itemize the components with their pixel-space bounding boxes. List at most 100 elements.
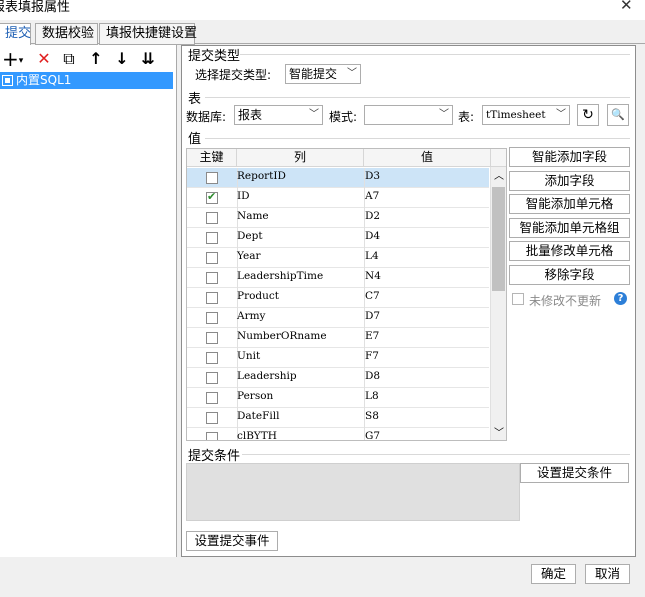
help-icon[interactable]: ? bbox=[614, 292, 627, 305]
primary-key-checkbox[interactable] bbox=[206, 272, 218, 284]
submit-condition-heading: 提交条件 bbox=[188, 449, 241, 464]
tree-item-builtin-sql[interactable]: 内置SQL1 bbox=[0, 72, 173, 89]
column-cell[interactable]: Leadership bbox=[237, 370, 297, 382]
primary-key-checkbox[interactable] bbox=[206, 372, 218, 384]
column-header-value[interactable]: 值 bbox=[364, 149, 491, 167]
chevron-down-icon[interactable]: ▾ bbox=[16, 52, 26, 70]
table-row[interactable]: Dept D4 bbox=[187, 228, 489, 248]
column-cell[interactable]: LeadershipTime bbox=[237, 270, 323, 282]
smart-add-field-button[interactable]: 智能添加字段 bbox=[509, 147, 630, 167]
value-cell[interactable]: D3 bbox=[365, 170, 380, 182]
chevron-up-icon[interactable]: ︿ bbox=[494, 167, 504, 182]
chevron-down-icon[interactable]: ﹀ bbox=[494, 424, 504, 439]
remove-field-button[interactable]: 移除字段 bbox=[509, 264, 630, 285]
column-header-key[interactable]: 主键 bbox=[187, 149, 237, 167]
value-cell[interactable]: D7 bbox=[365, 310, 380, 322]
preview-icon[interactable]: 🔍 bbox=[607, 104, 629, 126]
set-submit-event-button[interactable]: 设置提交事件 bbox=[186, 531, 278, 551]
smart-add-cell-group-button[interactable]: 智能添加单元格组 bbox=[509, 217, 630, 238]
refresh-icon[interactable]: ↻ bbox=[577, 104, 599, 126]
value-cell[interactable]: D2 bbox=[365, 210, 380, 222]
smart-add-cell-button[interactable]: 智能添加单元格 bbox=[509, 194, 630, 214]
value-cell[interactable]: S8 bbox=[365, 410, 379, 422]
value-cell[interactable]: E7 bbox=[365, 330, 379, 342]
primary-key-checkbox[interactable] bbox=[206, 252, 218, 264]
mode-select[interactable]: ﹀ bbox=[364, 105, 453, 125]
database-label: 数据库: bbox=[186, 110, 227, 124]
column-cell[interactable]: clBYTH bbox=[237, 430, 277, 440]
table-heading: 表 bbox=[188, 92, 202, 107]
cancel-button[interactable]: 取消 bbox=[585, 564, 630, 584]
move-up-icon[interactable]: ↑ bbox=[87, 50, 105, 68]
table-row[interactable]: clBYTH G7 bbox=[187, 428, 489, 440]
value-cell[interactable]: N4 bbox=[365, 270, 381, 282]
left-panel bbox=[0, 45, 177, 557]
batch-modify-cells-button[interactable]: 批量修改单元格 bbox=[509, 241, 630, 261]
primary-key-checkbox[interactable] bbox=[206, 232, 218, 244]
table-row[interactable]: ReportID D3 bbox=[187, 168, 489, 188]
column-cell[interactable]: DateFill bbox=[237, 410, 279, 422]
table-row[interactable]: Product C7 bbox=[187, 288, 489, 308]
column-cell[interactable]: ID bbox=[237, 190, 250, 202]
table-row[interactable]: Person L8 bbox=[187, 388, 489, 408]
table-row[interactable]: Leadership D8 bbox=[187, 368, 489, 388]
column-cell[interactable]: Army bbox=[237, 310, 266, 322]
column-cell[interactable]: Unit bbox=[237, 350, 260, 362]
primary-key-checkbox[interactable] bbox=[206, 172, 218, 184]
table-row[interactable]: Unit F7 bbox=[187, 348, 489, 368]
value-cell[interactable]: L4 bbox=[365, 250, 379, 262]
move-bottom-icon[interactable]: ⇊ bbox=[139, 50, 157, 68]
table-row[interactable]: Army D7 bbox=[187, 308, 489, 328]
copy-icon[interactable]: ⧉ bbox=[60, 50, 78, 68]
primary-key-checkbox[interactable] bbox=[206, 332, 218, 344]
primary-key-checkbox[interactable] bbox=[206, 212, 218, 224]
add-icon[interactable]: + bbox=[2, 49, 19, 69]
column-cell[interactable]: Product bbox=[237, 290, 279, 302]
delete-icon[interactable]: ✕ bbox=[35, 50, 53, 68]
column-cell[interactable]: Year bbox=[237, 250, 261, 262]
value-cell[interactable]: L8 bbox=[365, 390, 379, 402]
table-row[interactable]: LeadershipTime N4 bbox=[187, 268, 489, 288]
tab-submit[interactable]: 提交 bbox=[0, 23, 31, 46]
primary-key-checkbox[interactable] bbox=[206, 392, 218, 404]
move-down-icon[interactable]: ↓ bbox=[113, 50, 131, 68]
table-row[interactable]: Name D2 bbox=[187, 208, 489, 228]
value-cell[interactable]: G7 bbox=[365, 430, 380, 440]
submit-type-select[interactable]: 智能提交 ﹀ bbox=[285, 64, 361, 84]
primary-key-checkbox[interactable] bbox=[206, 412, 218, 424]
add-field-button[interactable]: 添加字段 bbox=[509, 170, 630, 191]
value-cell[interactable]: C7 bbox=[365, 290, 380, 302]
divider bbox=[242, 454, 630, 455]
column-cell[interactable]: ReportID bbox=[237, 170, 286, 182]
value-cell[interactable]: F7 bbox=[365, 350, 379, 362]
column-cell[interactable]: Dept bbox=[237, 230, 263, 242]
primary-key-checkbox[interactable] bbox=[206, 352, 218, 364]
primary-key-checkbox[interactable] bbox=[206, 292, 218, 304]
column-cell[interactable]: NumberORname bbox=[237, 330, 327, 342]
scrollbar-thumb[interactable] bbox=[492, 187, 505, 291]
primary-key-checkbox[interactable] bbox=[206, 312, 218, 324]
value-cell[interactable]: D8 bbox=[365, 370, 380, 382]
ok-button[interactable]: 确定 bbox=[531, 564, 576, 584]
close-icon[interactable]: ✕ bbox=[620, 0, 633, 14]
table-row[interactable]: ID A7 bbox=[187, 188, 489, 208]
column-cell[interactable]: Person bbox=[237, 390, 273, 402]
value-cell[interactable]: D4 bbox=[365, 230, 380, 242]
divider bbox=[240, 54, 630, 55]
tab-shortcut-settings[interactable]: 填报快捷键设置 bbox=[99, 23, 197, 45]
table-row[interactable]: Year L4 bbox=[187, 248, 489, 268]
database-select[interactable]: 报表 ﹀ bbox=[234, 105, 323, 125]
set-submit-condition-button[interactable]: 设置提交条件 bbox=[520, 463, 629, 483]
table-value: tTimesheet bbox=[486, 109, 546, 121]
table-row[interactable]: DateFill S8 bbox=[187, 408, 489, 428]
unchanged-no-update-checkbox[interactable] bbox=[512, 293, 524, 305]
submit-condition-area[interactable] bbox=[186, 463, 520, 521]
column-cell[interactable]: Name bbox=[237, 210, 269, 222]
tab-data-validation[interactable]: 数据校验 bbox=[35, 23, 98, 45]
value-cell[interactable]: A7 bbox=[365, 190, 379, 202]
column-header-column[interactable]: 列 bbox=[237, 149, 364, 167]
primary-key-checkbox[interactable] bbox=[206, 432, 218, 440]
table-select[interactable]: tTimesheet ﹀ bbox=[482, 105, 570, 125]
primary-key-checkbox[interactable] bbox=[206, 190, 218, 204]
table-row[interactable]: NumberORname E7 bbox=[187, 328, 489, 348]
